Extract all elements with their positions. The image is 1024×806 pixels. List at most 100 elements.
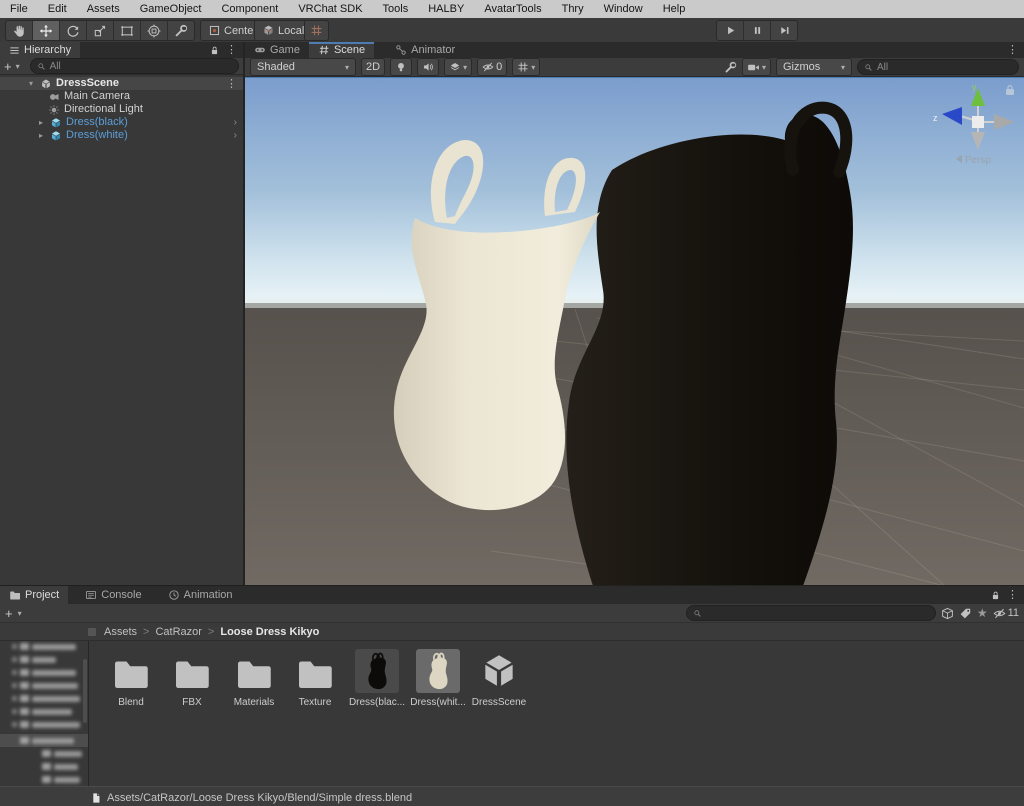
- breadcrumb-current-folder[interactable]: Loose Dress Kikyo: [220, 626, 319, 638]
- transform-tools-group: [5, 20, 195, 41]
- search-by-type-icon[interactable]: [941, 607, 954, 620]
- scene-camera-settings-button[interactable]: ▾: [742, 58, 771, 76]
- breadcrumb-bar: Assets > CatRazor > Loose Dress Kikyo: [0, 622, 1024, 641]
- scale-tool-button[interactable]: [87, 21, 114, 40]
- eye-slash-icon: [993, 607, 1006, 620]
- gamepad-icon: [254, 44, 266, 56]
- gizmo-center-cube[interactable]: [972, 116, 984, 128]
- menu-edit[interactable]: Edit: [38, 0, 77, 18]
- breadcrumb-chevron-icon: >: [208, 626, 214, 638]
- foldout-open-icon[interactable]: ▾: [26, 77, 36, 90]
- breadcrumb-catrazor[interactable]: CatRazor: [155, 626, 201, 638]
- pause-button[interactable]: [744, 21, 771, 40]
- favorites-star-icon[interactable]: ★: [977, 606, 988, 620]
- tab-animation[interactable]: Animation: [159, 586, 242, 604]
- hierarchy-item-directional-light[interactable]: Directional Light: [0, 103, 243, 116]
- asset-prefab-dress-white[interactable]: [416, 649, 460, 693]
- menu-window[interactable]: Window: [594, 0, 653, 18]
- gizmos-dropdown[interactable]: Gizmos ▾: [776, 58, 852, 76]
- project-menu-kebab-icon[interactable]: ⋮: [1007, 590, 1018, 600]
- hierarchy-item-main-camera[interactable]: Main Camera: [0, 90, 243, 103]
- play-button[interactable]: [717, 21, 744, 40]
- custom-tool-button[interactable]: [168, 21, 194, 40]
- tab-scene[interactable]: Scene: [309, 42, 374, 58]
- scene-kebab-icon[interactable]: ⋮: [226, 79, 237, 89]
- tab-animator[interactable]: Animator: [386, 42, 464, 58]
- menu-halby[interactable]: HALBY: [418, 0, 474, 18]
- project-folder-tree[interactable]: [0, 641, 89, 786]
- menu-avatartools[interactable]: AvatarTools: [474, 0, 551, 18]
- scene-search-input[interactable]: All: [857, 59, 1019, 75]
- hidden-objects-toggle[interactable]: 0: [477, 58, 507, 76]
- scene-tools-wrench-icon[interactable]: [724, 61, 737, 74]
- scene-search-placeholder: All: [877, 62, 888, 73]
- create-asset-button[interactable]: +: [5, 607, 13, 620]
- local-axis-icon: [262, 24, 275, 37]
- create-object-button[interactable]: +: [4, 60, 12, 73]
- clock-icon: [168, 589, 180, 601]
- menu-component[interactable]: Component: [211, 0, 288, 18]
- lock-icon[interactable]: [990, 590, 1001, 601]
- gizmos-caret-icon: ▾: [841, 63, 845, 72]
- asset-folder-fbx[interactable]: [170, 651, 214, 695]
- menu-gameobject[interactable]: GameObject: [130, 0, 212, 18]
- prefab-open-chevron-icon[interactable]: ›: [234, 129, 237, 142]
- menu-assets[interactable]: Assets: [77, 0, 130, 18]
- tab-game[interactable]: Game: [245, 42, 309, 58]
- asset-folder-texture[interactable]: [293, 651, 337, 695]
- move-tool-button[interactable]: [33, 21, 60, 40]
- project-tab-label: Project: [25, 589, 59, 601]
- prefab-open-chevron-icon[interactable]: ›: [234, 116, 237, 129]
- hierarchy-item-dress-black[interactable]: ▸ Dress(black) ›: [0, 116, 243, 129]
- project-search-input[interactable]: [686, 605, 936, 621]
- grid-visibility-toggle[interactable]: ▾: [512, 58, 540, 76]
- 2d-toggle-button[interactable]: 2D: [361, 58, 385, 76]
- scene-viewport[interactable]: y z Persp: [245, 77, 1024, 587]
- tab-hierarchy[interactable]: Hierarchy: [0, 42, 80, 58]
- search-by-label-icon[interactable]: [959, 607, 972, 620]
- menu-help[interactable]: Help: [653, 0, 696, 18]
- asset-folder-blend[interactable]: [109, 651, 153, 695]
- scene-header-row[interactable]: ▾ DressScene ⋮: [0, 77, 243, 90]
- shading-mode-dropdown[interactable]: Shaded ▾: [250, 58, 356, 76]
- foldout-closed-icon[interactable]: ▸: [36, 129, 46, 142]
- rect-tool-button[interactable]: [114, 21, 141, 40]
- asset-scene-dressscene[interactable]: [477, 649, 521, 693]
- breadcrumb-assets[interactable]: Assets: [104, 626, 137, 638]
- create-caret-icon[interactable]: ▾: [16, 62, 20, 71]
- hierarchy-menu-kebab-icon[interactable]: ⋮: [226, 45, 237, 55]
- tree-scrollbar[interactable]: [83, 659, 87, 723]
- hand-tool-button[interactable]: [6, 21, 33, 40]
- menu-file[interactable]: File: [0, 0, 38, 18]
- menu-tools[interactable]: Tools: [373, 0, 419, 18]
- project-toolbar: + ▾ ★ 11: [0, 604, 1024, 622]
- dress-black-object[interactable]: [566, 108, 853, 586]
- play-controls-group: [716, 20, 798, 41]
- scene-lighting-toggle[interactable]: [390, 58, 412, 76]
- grid-icon: [517, 61, 529, 73]
- create-asset-caret-icon[interactable]: ▾: [18, 609, 22, 618]
- tab-project[interactable]: Project: [0, 586, 68, 604]
- step-button[interactable]: [771, 21, 797, 40]
- scene-audio-toggle[interactable]: [417, 58, 439, 76]
- game-tab-label: Game: [270, 44, 300, 56]
- scene-panel-kebab-icon[interactable]: ⋮: [1007, 45, 1018, 55]
- menu-vrchat-sdk[interactable]: VRChat SDK: [288, 0, 372, 18]
- hierarchy-search-input[interactable]: All: [30, 58, 239, 74]
- transform-tool-button[interactable]: [141, 21, 168, 40]
- tab-console[interactable]: Console: [76, 586, 150, 604]
- console-tab-label: Console: [101, 589, 141, 601]
- asset-prefab-dress-black[interactable]: [355, 649, 399, 693]
- hidden-count-toggle[interactable]: 11: [993, 607, 1019, 620]
- hierarchy-item-dress-white[interactable]: ▸ Dress(white) ›: [0, 129, 243, 142]
- rotate-tool-button[interactable]: [60, 21, 87, 40]
- foldout-closed-icon[interactable]: ▸: [36, 116, 46, 129]
- menu-thry[interactable]: Thry: [552, 0, 594, 18]
- breadcrumb-chevron-icon: >: [143, 626, 149, 638]
- asset-folder-materials[interactable]: [232, 651, 276, 695]
- asset-label: Dress(whit...: [409, 697, 467, 708]
- scene-effects-toggle[interactable]: ▾: [444, 58, 472, 76]
- breadcrumb-favorite-icon[interactable]: [88, 628, 96, 636]
- lock-icon[interactable]: [209, 45, 220, 56]
- grid-snapping-button[interactable]: [304, 20, 329, 41]
